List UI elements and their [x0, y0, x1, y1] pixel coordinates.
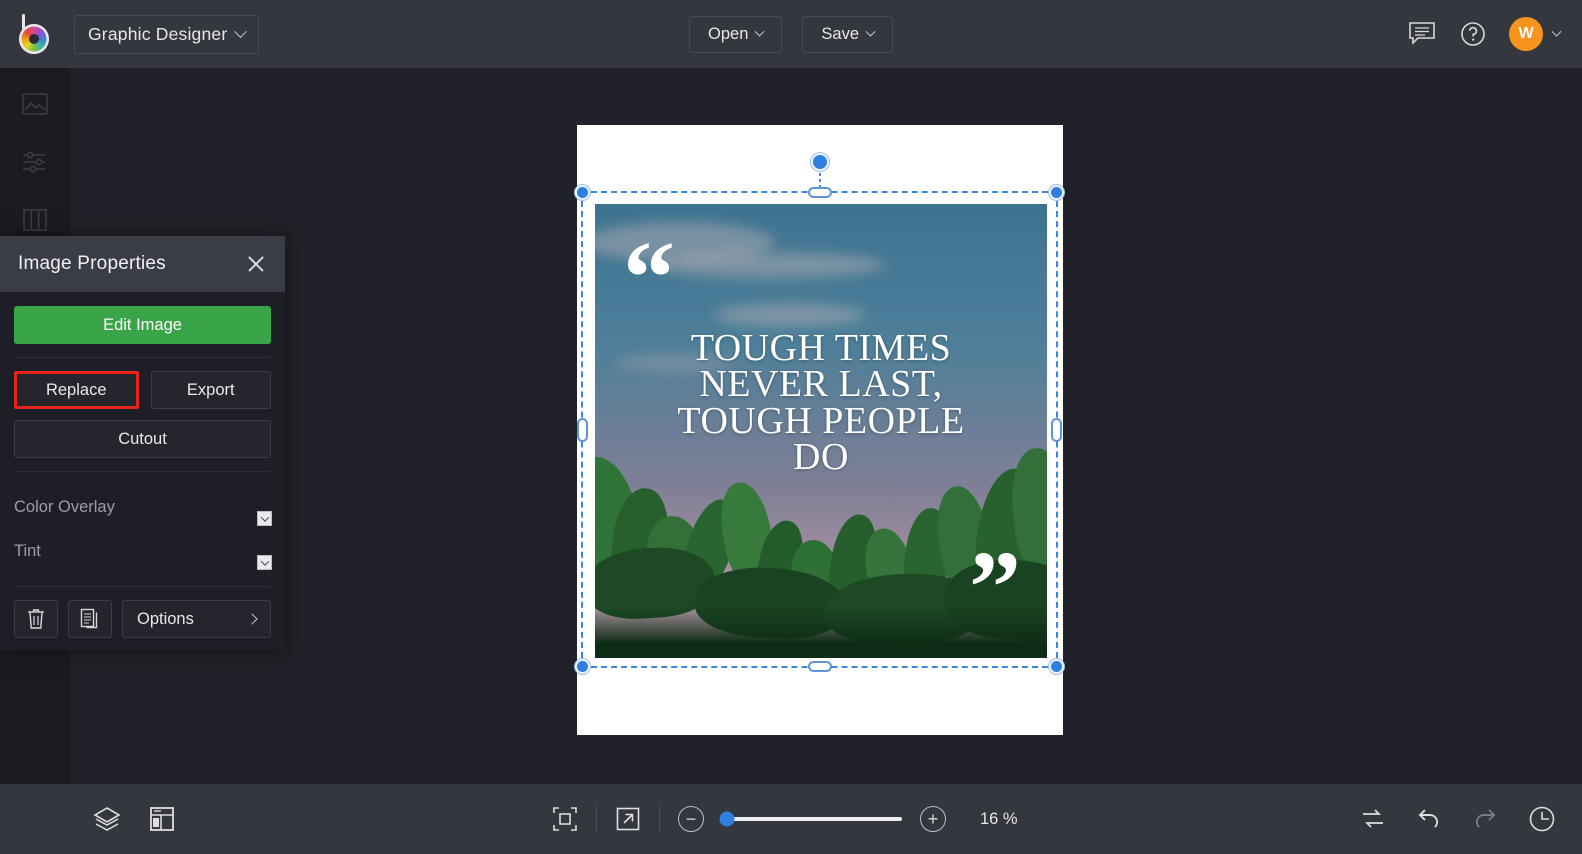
panel-title: Image Properties [18, 253, 166, 274]
app-root: Graphic Designer Open Save W “ TOUGH TIM… [0, 0, 1582, 854]
color-wheel-logo-icon [15, 14, 53, 54]
fit-to-screen-icon[interactable] [552, 806, 578, 832]
divider [14, 586, 271, 587]
quote-line: TOUGH TIMES [690, 327, 952, 369]
cutout-button[interactable]: Cutout [14, 420, 271, 458]
chevron-down-icon [865, 26, 876, 37]
options-button[interactable]: Options [122, 600, 271, 638]
zoom-slider-knob[interactable] [719, 811, 735, 827]
tint-label: Tint [14, 541, 41, 560]
app-logo[interactable] [0, 0, 68, 68]
clock-history-icon[interactable] [1528, 805, 1556, 833]
bottom-toolbar: − + 16 % [0, 784, 1582, 854]
redo-arrow-icon[interactable] [1472, 806, 1498, 832]
replace-export-row: Replace Export [14, 371, 271, 409]
selected-image-element[interactable]: “ TOUGH TIMES NEVER LAST, TOUGH PEOPLE D… [595, 204, 1047, 658]
plus-circle-icon[interactable]: + [920, 806, 946, 832]
sidebar-item-adjustments[interactable] [17, 144, 53, 180]
save-button[interactable]: Save [802, 15, 893, 53]
user-menu[interactable]: W [1509, 17, 1562, 51]
header-right-controls: W [1407, 0, 1562, 68]
divider [659, 806, 660, 832]
image-properties-panel: Image Properties Edit Image Replace Expo… [0, 236, 285, 650]
export-button[interactable]: Export [150, 371, 271, 409]
chevron-down-icon[interactable] [257, 555, 272, 570]
minus-circle-icon[interactable]: − [678, 806, 704, 832]
expand-arrow-icon[interactable] [615, 806, 641, 832]
panel-header: Image Properties [0, 236, 285, 292]
quote-close-mark: ” [969, 530, 1021, 645]
canvas-workspace[interactable]: “ TOUGH TIMES NEVER LAST, TOUGH PEOPLE D… [70, 68, 1582, 784]
quote-line: NEVER LAST, [699, 363, 943, 406]
divider [14, 357, 271, 358]
replace-button[interactable]: Replace [14, 371, 139, 409]
open-label: Open [708, 24, 749, 43]
tint-row: Tint [14, 529, 272, 573]
comment-bubble-icon[interactable] [1407, 20, 1437, 48]
zoom-controls: − + 16 % [552, 806, 1030, 832]
panel-tools-row: Options [14, 600, 271, 638]
zoom-slider[interactable] [719, 811, 902, 827]
document-title-label: Graphic Designer [88, 23, 228, 44]
save-label: Save [821, 24, 859, 43]
edit-image-button[interactable]: Edit Image [14, 306, 271, 344]
panel-body: Edit Image Replace Export Cutout Color O… [0, 292, 285, 650]
color-overlay-label: Color Overlay [14, 497, 115, 516]
chevron-down-icon [234, 24, 248, 38]
bottom-left-tools [0, 805, 176, 833]
layers-icon[interactable] [92, 805, 122, 833]
zoom-level-label: 16 % [980, 809, 1018, 828]
top-toolbar: Graphic Designer Open Save W [0, 0, 1582, 68]
sidebar-item-image[interactable] [17, 86, 53, 122]
options-label: Options [137, 609, 194, 628]
open-button[interactable]: Open [689, 15, 783, 53]
swap-arrows-icon[interactable] [1360, 806, 1386, 832]
divider [14, 471, 271, 472]
color-overlay-swatch[interactable] [233, 491, 272, 526]
trash-icon[interactable] [14, 600, 58, 638]
copy-icon[interactable] [68, 600, 112, 638]
quote-open-mark: “ [623, 220, 675, 335]
chevron-right-icon [246, 613, 258, 625]
chevron-down-icon [1551, 26, 1562, 37]
sidebar-item-layout[interactable] [17, 202, 53, 238]
undo-arrow-icon[interactable] [1416, 806, 1442, 832]
tint-swatch[interactable] [233, 535, 272, 570]
chevron-down-icon[interactable] [257, 511, 272, 526]
bottom-right-tools [1360, 805, 1556, 833]
question-mark-circle-icon[interactable] [1459, 20, 1487, 48]
page-layout-icon[interactable] [148, 805, 176, 833]
avatar: W [1509, 17, 1543, 51]
divider [596, 806, 597, 832]
color-overlay-row: Color Overlay [14, 485, 272, 529]
close-icon[interactable] [245, 253, 267, 275]
document-title-dropdown[interactable]: Graphic Designer [74, 14, 260, 54]
chevron-down-icon [754, 26, 765, 37]
file-actions: Open Save [689, 15, 893, 53]
design-page[interactable]: “ TOUGH TIMES NEVER LAST, TOUGH PEOPLE D… [577, 125, 1063, 735]
